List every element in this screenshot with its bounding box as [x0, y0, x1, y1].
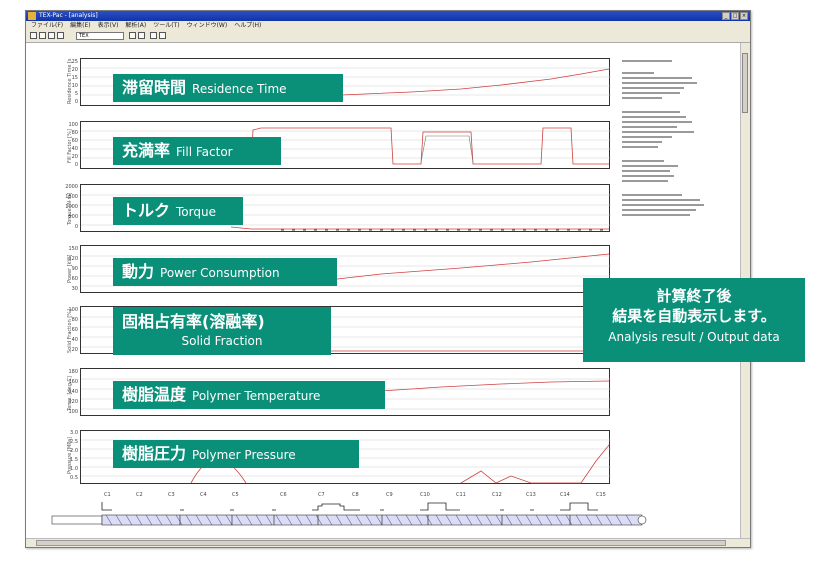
vertical-scroll-thumb[interactable] — [742, 53, 748, 113]
power-consumption-label: 動力 Power Consumption — [113, 258, 337, 286]
segment-label: C1 — [104, 492, 111, 498]
callout-line-1: 計算終了後 — [656, 287, 732, 305]
callout-line-2: 結果を自動表示します。 — [612, 307, 776, 325]
minimize-button[interactable]: _ — [722, 12, 730, 20]
segment-label: C12 — [492, 492, 502, 498]
segment-label: C6 — [280, 492, 287, 498]
title-bar[interactable]: TEX-Pac - [analysis] _ □ × — [26, 11, 750, 21]
panel-ticks: 25 20 15 10 5 0 — [71, 59, 78, 105]
callout-line-3: Analysis result / Output data — [608, 330, 780, 344]
condition-info-block — [622, 60, 704, 216]
menu-tools[interactable]: ツール(T) — [153, 21, 179, 30]
graph-icon[interactable] — [129, 32, 136, 39]
open-file-icon[interactable] — [39, 32, 46, 39]
menu-analysis[interactable]: 解析(A) — [125, 21, 146, 30]
segment-label: C2 — [136, 492, 143, 498]
new-file-icon[interactable] — [30, 32, 37, 39]
app-icon — [28, 12, 36, 20]
panel-ticks: 3.0 2.5 2.0 1.5 1.0 0.5 — [70, 430, 78, 481]
segment-label: C15 — [596, 492, 606, 498]
horizontal-scrollbar[interactable] — [26, 538, 750, 547]
menu-view[interactable]: 表示(V) — [98, 21, 119, 30]
segment-label: C10 — [420, 492, 430, 498]
segment-label: C4 — [200, 492, 207, 498]
panel-ticks: 100 80 60 40 20 — [68, 307, 78, 353]
residence-time-label: 滞留時間 Residence Time — [113, 74, 343, 102]
panel-ticks: 150 120 90 60 30 — [68, 246, 78, 292]
segment-label: C8 — [352, 492, 359, 498]
maximize-button[interactable]: □ — [731, 12, 739, 20]
model-select[interactable]: TEX — [76, 32, 124, 40]
segment-label: C3 — [168, 492, 175, 498]
table-icon[interactable] — [138, 32, 145, 39]
panel-ticks: 100 80 60 40 20 0 — [68, 122, 78, 168]
fill-factor-label: 充満率 Fill Factor — [113, 137, 281, 165]
window-controls: _ □ × — [722, 12, 748, 20]
screw-configuration[interactable] — [50, 500, 650, 530]
menu-edit[interactable]: 編集(E) — [70, 21, 90, 30]
panel-ticks: 180 160 140 120 100 — [68, 369, 78, 415]
panel-ticks: 2000 1500 1000 500 0 — [65, 184, 78, 230]
window-title: TEX-Pac - [analysis] — [39, 12, 98, 19]
toolbar: TEX — [26, 30, 750, 43]
segment-label: C11 — [456, 492, 466, 498]
save-icon[interactable] — [48, 32, 55, 39]
close-button[interactable]: × — [740, 12, 748, 20]
segment-label: C7 — [318, 492, 325, 498]
polymer-temperature-label: 樹脂温度 Polymer Temperature — [113, 381, 385, 409]
forward-icon[interactable] — [159, 32, 166, 39]
menu-file[interactable]: ファイル(F) — [31, 21, 63, 30]
auto-display-callout: 計算終了後 結果を自動表示します。 Analysis result / Outp… — [583, 278, 805, 362]
screw-segment-labels: C1 C2 C3 C4 C5 C6 C7 C8 C9 C10 C11 C12 C… — [90, 492, 650, 500]
segment-label: C13 — [526, 492, 536, 498]
segment-label: C5 — [232, 492, 239, 498]
polymer-pressure-label: 樹脂圧力 Polymer Pressure — [113, 440, 359, 468]
print-icon[interactable] — [57, 32, 64, 39]
menu-help[interactable]: ヘルプ(H) — [234, 21, 261, 30]
menu-bar: ファイル(F) 編集(E) 表示(V) 解析(A) ツール(T) ウィンドウ(W… — [26, 21, 750, 30]
back-icon[interactable] — [150, 32, 157, 39]
segment-label: C9 — [386, 492, 393, 498]
segment-label: C14 — [560, 492, 570, 498]
horizontal-scroll-thumb[interactable] — [36, 540, 726, 546]
solid-fraction-label: 固相占有率(溶融率) Solid Fraction — [113, 307, 331, 355]
menu-window[interactable]: ウィンドウ(W) — [187, 21, 228, 30]
torque-label: トルク Torque — [113, 197, 243, 225]
